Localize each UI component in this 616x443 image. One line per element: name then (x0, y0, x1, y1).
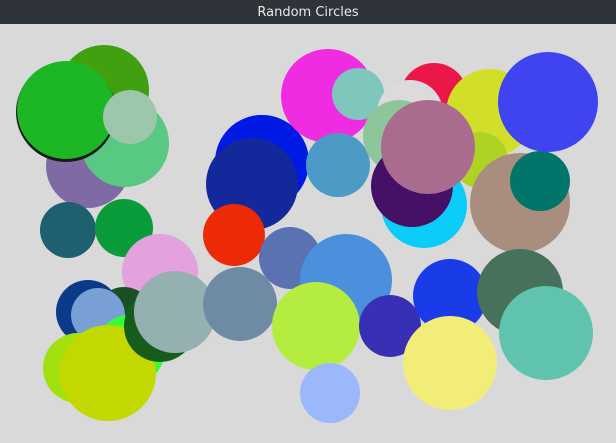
circle-27 (381, 100, 475, 194)
title-bar[interactable]: Random Circles (0, 0, 616, 24)
circle-45 (300, 363, 360, 423)
circle-6 (103, 90, 157, 144)
circle-15 (306, 133, 370, 197)
circle-13 (203, 204, 265, 266)
drawing-canvas[interactable] (0, 24, 616, 443)
circle-26 (498, 52, 598, 152)
app-window: Random Circles (0, 0, 616, 443)
circle-25 (510, 151, 570, 211)
circle-43 (499, 286, 593, 380)
circle-39 (272, 282, 360, 370)
circle-38 (203, 267, 277, 341)
circle-5 (17, 61, 115, 159)
circle-44 (403, 316, 497, 410)
circle-7 (40, 202, 96, 258)
window-title: Random Circles (257, 4, 359, 20)
